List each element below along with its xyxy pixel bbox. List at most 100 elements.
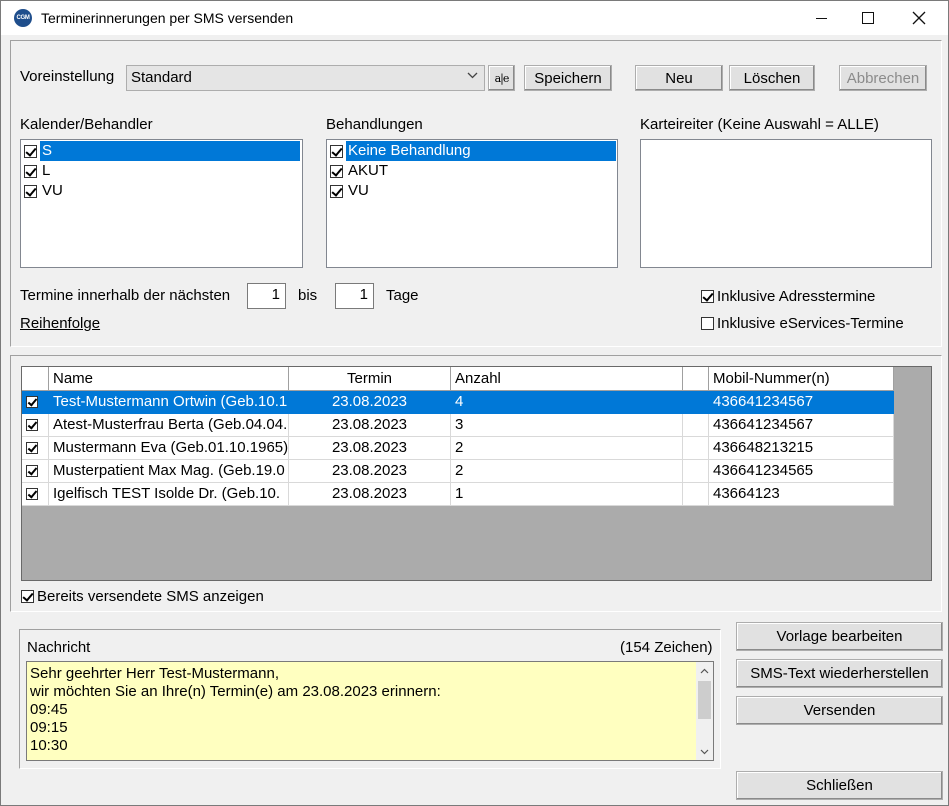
show-sent-label: Bereits versendete SMS anzeigen [37, 588, 264, 605]
row-checkbox-cell[interactable] [22, 460, 49, 483]
range-between-label: bis [298, 287, 318, 304]
range-to-input[interactable]: 1 [335, 283, 374, 309]
treatment-item-label: Keine Behandlung [346, 141, 616, 161]
eservices-checkbox[interactable] [701, 317, 714, 330]
treatment-checkbox[interactable] [330, 184, 343, 198]
minimize-button[interactable] [798, 1, 844, 35]
edit-template-button[interactable]: Vorlage bearbeiten [736, 622, 943, 651]
grid-header: Name Termin Anzahl Mobil-Nummer(n) [22, 367, 894, 391]
row-mobile: 436648213215 [709, 437, 894, 460]
app-logo-icon: CGM [14, 9, 32, 27]
cancel-button[interactable]: Abbrechen [839, 65, 927, 91]
row-extra [683, 391, 709, 414]
message-scrollbar[interactable] [696, 662, 713, 760]
scroll-up-icon[interactable] [696, 662, 713, 679]
scroll-thumb[interactable] [698, 681, 711, 719]
address-appointments-option[interactable]: Inklusive Adresstermine [701, 288, 875, 305]
row-count: 3 [451, 414, 683, 437]
eservices-option[interactable]: Inklusive eServices-Termine [701, 315, 904, 332]
new-button[interactable]: Neu [635, 65, 723, 91]
calendar-checkbox[interactable] [24, 184, 37, 198]
row-date: 23.08.2023 [289, 460, 451, 483]
rename-icon: a|e [494, 71, 510, 85]
row-count: 2 [451, 460, 683, 483]
restore-sms-text-button[interactable]: SMS-Text wiederherstellen [736, 659, 943, 688]
grid-header-check [22, 367, 49, 391]
calendar-item-s[interactable]: S [24, 141, 300, 161]
show-sent-option[interactable]: Bereits versendete SMS anzeigen [21, 588, 264, 605]
treatment-checkbox[interactable] [330, 164, 343, 178]
row-extra [683, 483, 709, 506]
table-row[interactable]: Mustermann Eva (Geb.01.10.1965) 23.08.20… [22, 437, 894, 460]
close-button[interactable]: Schließen [736, 771, 943, 800]
treatment-item-label: AKUT [348, 162, 389, 179]
treatment-item-akut[interactable]: AKUT [330, 161, 390, 181]
preset-select[interactable]: Standard [126, 65, 485, 91]
row-checkbox[interactable] [26, 396, 38, 408]
treatment-item-none[interactable]: Keine Behandlung [330, 141, 616, 161]
grid-header-date[interactable]: Termin [289, 367, 451, 391]
range-from-input[interactable]: 1 [247, 283, 286, 309]
row-mobile: 436641234565 [709, 460, 894, 483]
window-title: Terminerinnerungen per SMS versenden [41, 10, 294, 26]
title-bar: CGM Terminerinnerungen per SMS versenden [1, 1, 948, 35]
calendar-item-l[interactable]: L [24, 161, 52, 181]
tabs-filter-list[interactable] [640, 139, 932, 268]
chevron-down-icon [467, 69, 478, 83]
table-row[interactable]: Atest-Musterfrau Berta (Geb.04.04. 23.08… [22, 414, 894, 437]
row-checkbox[interactable] [26, 419, 38, 431]
message-line: Sehr geehrter Herr Test-Mustermann, [30, 665, 279, 682]
row-extra [683, 437, 709, 460]
preset-selected-value: Standard [131, 69, 192, 86]
row-name: Test-Mustermann Ortwin (Geb.10.1 [49, 391, 289, 414]
treatment-checkbox[interactable] [330, 144, 343, 158]
show-sent-checkbox[interactable] [21, 590, 34, 603]
table-row[interactable]: Test-Mustermann Ortwin (Geb.10.1 23.08.2… [22, 391, 894, 414]
row-count: 1 [451, 483, 683, 506]
send-button[interactable]: Versenden [736, 696, 943, 725]
treatments-list[interactable]: Keine Behandlung AKUT VU [326, 139, 618, 268]
calendar-checkbox[interactable] [24, 144, 37, 158]
row-mobile: 436641234567 [709, 414, 894, 437]
grid-header-mobile[interactable]: Mobil-Nummer(n) [709, 367, 894, 391]
row-date: 23.08.2023 [289, 483, 451, 506]
message-line: 09:15 [30, 719, 68, 736]
order-link[interactable]: Reihenfolge [20, 315, 100, 332]
row-checkbox-cell[interactable] [22, 437, 49, 460]
preset-label: Voreinstellung [20, 68, 115, 85]
row-checkbox-cell[interactable] [22, 414, 49, 437]
row-checkbox-cell[interactable] [22, 483, 49, 506]
row-checkbox[interactable] [26, 442, 38, 454]
calendar-list[interactable]: S L VU [20, 139, 303, 268]
row-extra [683, 414, 709, 437]
address-appointments-checkbox[interactable] [701, 290, 714, 303]
grid-header-count[interactable]: Anzahl [451, 367, 683, 391]
table-row[interactable]: Musterpatient Max Mag. (Geb.19.0 23.08.2… [22, 460, 894, 483]
scroll-down-icon[interactable] [696, 743, 713, 760]
table-row[interactable]: Igelfisch TEST Isolde Dr. (Geb.10. 23.08… [22, 483, 894, 506]
calendar-item-label: VU [42, 182, 63, 199]
appointments-grid[interactable]: Name Termin Anzahl Mobil-Nummer(n) Test-… [21, 366, 932, 581]
close-window-button[interactable] [896, 1, 942, 35]
delete-button[interactable]: Löschen [729, 65, 815, 91]
row-checkbox[interactable] [26, 488, 38, 500]
maximize-button[interactable] [845, 1, 891, 35]
calendar-item-vu[interactable]: VU [24, 181, 65, 201]
row-date: 23.08.2023 [289, 437, 451, 460]
save-preset-button[interactable]: Speichern [524, 65, 612, 91]
grid-header-name[interactable]: Name [49, 367, 289, 391]
row-mobile: 436641234567 [709, 391, 894, 414]
grid-header-extra[interactable] [683, 367, 709, 391]
calendar-checkbox[interactable] [24, 164, 37, 178]
calendar-label: Kalender/Behandler [20, 116, 153, 133]
tabs-filter-label: Karteireiter (Keine Auswahl = ALLE) [640, 116, 879, 133]
calendar-item-label: S [40, 141, 300, 161]
row-checkbox-cell[interactable] [22, 391, 49, 414]
treatment-item-vu[interactable]: VU [330, 181, 371, 201]
row-checkbox[interactable] [26, 465, 38, 477]
row-mobile: 43664123 [709, 483, 894, 506]
rename-preset-button[interactable]: a|e [488, 65, 515, 91]
message-textarea[interactable]: Sehr geehrter Herr Test-Mustermann, wir … [26, 661, 714, 761]
row-date: 23.08.2023 [289, 414, 451, 437]
calendar-item-label: L [42, 162, 51, 179]
